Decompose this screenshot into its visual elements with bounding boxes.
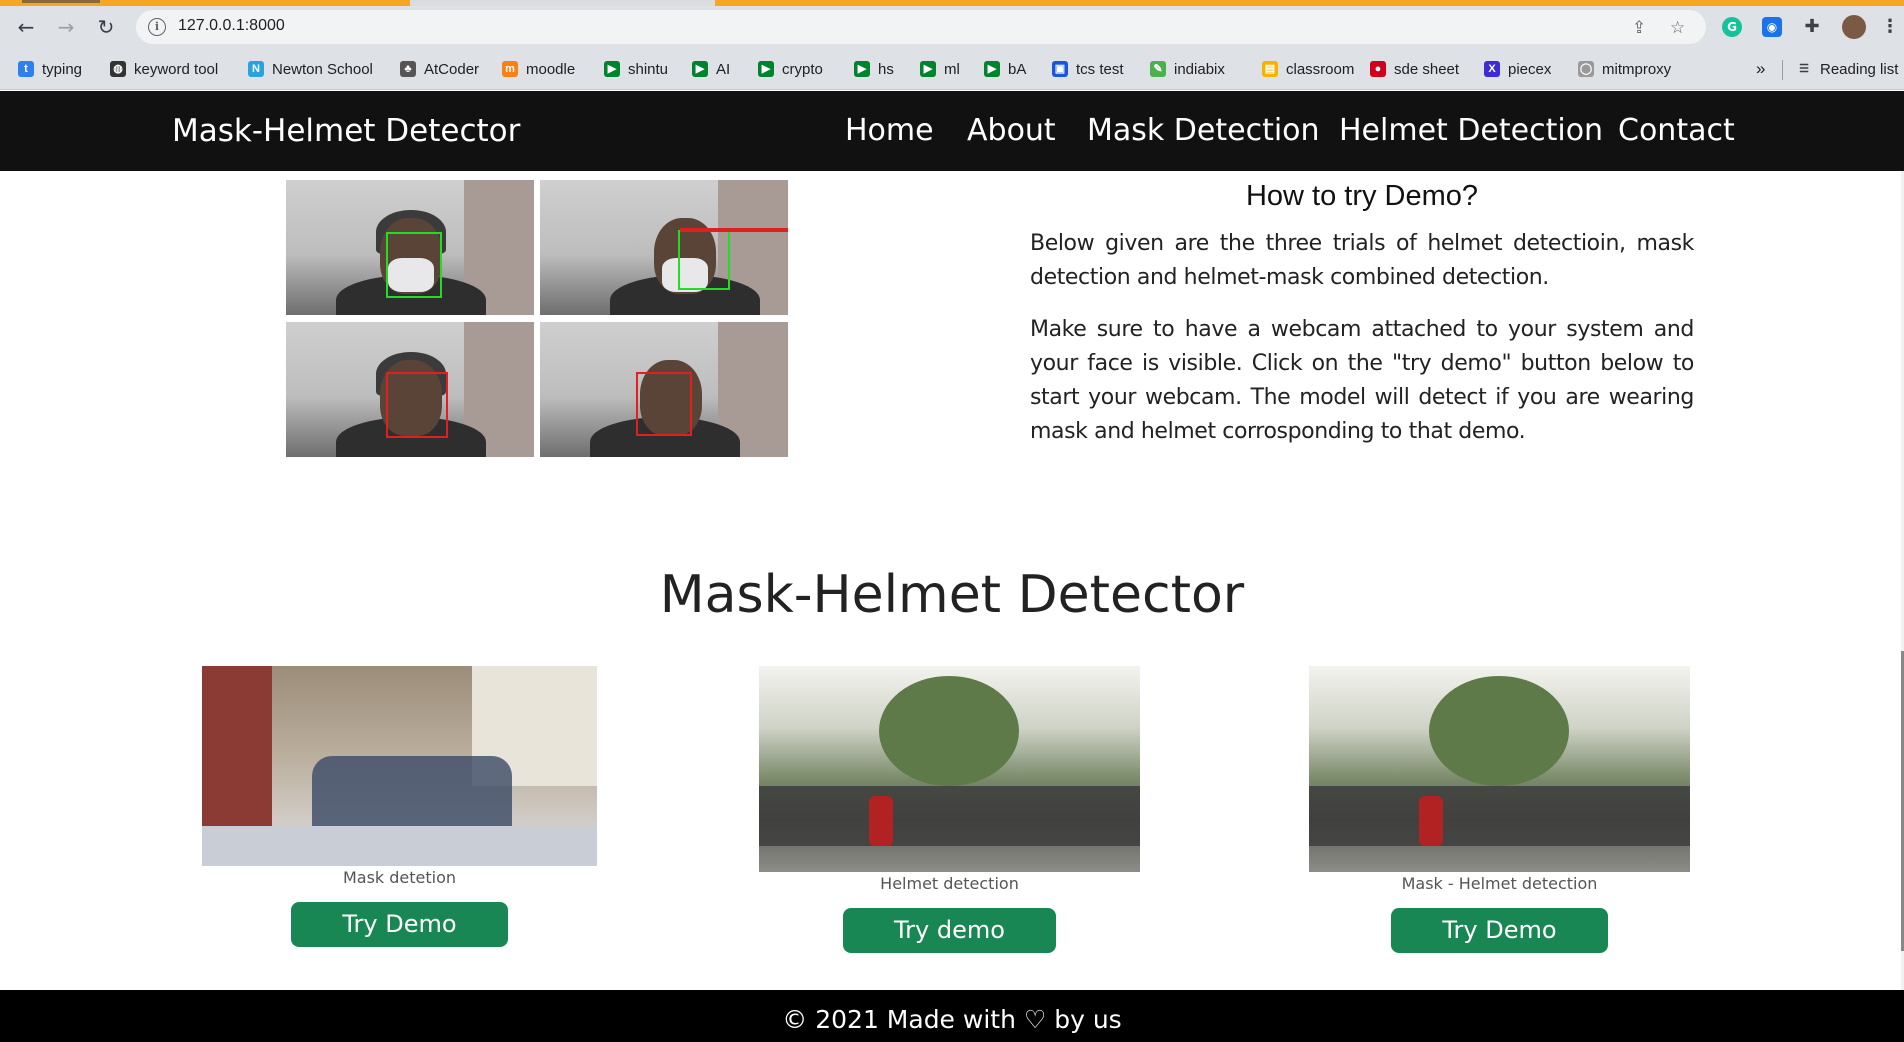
tuf-icon: ● (1370, 61, 1386, 77)
collage-helmet-mask (286, 180, 534, 315)
bookmark-label: bA (1008, 60, 1027, 78)
meet-icon: ▶ (604, 61, 620, 77)
profile-avatar[interactable] (1842, 15, 1866, 39)
meet-icon: ▶ (692, 61, 708, 77)
bookmark-atcoder[interactable]: ♣ AtCoder (400, 58, 479, 80)
site-info-icon[interactable]: i (148, 18, 166, 36)
bookmark-crypto[interactable]: ▶ crypto (758, 58, 823, 80)
reading-list-button[interactable]: ☰ Reading list (1796, 58, 1898, 80)
newton-icon: N (248, 61, 264, 77)
bookmark-label: hs (878, 60, 894, 78)
nav-about[interactable]: About (967, 113, 1056, 148)
try-demo-mask-helmet-button[interactable]: Try Demo (1391, 908, 1608, 953)
mask-demo-image (202, 666, 597, 866)
bookmark-ml[interactable]: ▶ ml (920, 58, 960, 80)
try-demo-helmet-button[interactable]: Try demo (843, 908, 1056, 953)
indiabix-icon: ✎ (1150, 61, 1166, 77)
classroom-icon: ▤ (1262, 61, 1278, 77)
bookmark-mitmproxy[interactable]: ◯ mitmproxy (1578, 58, 1671, 80)
tab-indicator (22, 0, 100, 3)
bookmark-typing[interactable]: t typing (18, 58, 82, 80)
nav-helmet-detection[interactable]: Helmet Detection (1339, 113, 1603, 148)
bookmarks-bar: t typing ◍ keyword tool N Newton School ♣ AtCod… (0, 48, 1904, 90)
bookmark-label: mitmproxy (1602, 60, 1672, 78)
reading-list-label: Reading list (1820, 60, 1899, 78)
mask-helmet-demo-image (1309, 666, 1690, 872)
bookmark-shintu[interactable]: ▶ shintu (604, 58, 668, 80)
card-caption-mask-helmet: Mask - Helmet detection (1401, 874, 1598, 893)
grammarly-icon[interactable]: G (1722, 17, 1742, 37)
nav-mask-detection[interactable]: Mask Detection (1087, 113, 1320, 148)
demo-collage-image (286, 180, 788, 457)
bookmark-star-icon[interactable]: ☆ (1670, 18, 1685, 38)
bookmark-ai[interactable]: ▶ AI (692, 58, 730, 80)
bookmark-label: typing (42, 60, 83, 78)
share-icon[interactable]: ⇪ (1632, 18, 1646, 38)
back-icon[interactable]: ← (14, 15, 38, 39)
x-icon: X (1484, 61, 1500, 77)
nav-contact[interactable]: Contact (1618, 113, 1735, 148)
bookmark-label: indiabix (1174, 60, 1225, 78)
collage-helmet-only (286, 322, 534, 457)
card-caption-mask: Mask detetion (342, 868, 457, 887)
reading-list-icon: ☰ (1799, 63, 1809, 75)
collage-mask-only (540, 180, 788, 315)
bookmark-label: ml (944, 60, 960, 78)
howto-paragraph-2: Make sure to have a webcam attached to y… (1030, 317, 1694, 444)
bookmark-label: sde sheet (1394, 60, 1460, 78)
bookmarks-overflow-icon[interactable]: » (1756, 58, 1765, 80)
screen-capture-icon[interactable]: ◉ (1762, 17, 1782, 37)
meet-icon: ▶ (920, 61, 936, 77)
atcoder-icon: ♣ (400, 61, 416, 77)
bookmark-moodle[interactable]: m moodle (502, 58, 575, 80)
extensions-icon[interactable]: ✚ (1802, 17, 1822, 37)
bookmark-label: AI (716, 60, 731, 78)
github-icon: ◯ (1578, 61, 1594, 77)
nav-home[interactable]: Home (845, 113, 934, 148)
brand-logo[interactable]: Mask-Helmet Detector (172, 113, 520, 149)
address-bar[interactable]: i 127.0.0.1:8000 ⇪ ☆ (136, 10, 1706, 44)
site-navbar: Mask-Helmet Detector Home About Mask Det… (0, 91, 1904, 171)
site-footer: © 2021 Made with ♡ by us (0, 990, 1904, 1042)
meet-icon: ▶ (984, 61, 1000, 77)
bookmark-hs[interactable]: ▶ hs (854, 58, 894, 80)
howto-paragraph-1: Below given are the three trials of helm… (1030, 231, 1694, 290)
bookmark-label: crypto (782, 60, 823, 78)
t-icon: t (18, 61, 34, 77)
collage-no-mask-no-helmet (540, 322, 788, 457)
bookmark-piecex[interactable]: Xpiecex (1484, 58, 1551, 80)
bookmark-label: shintu (628, 60, 669, 78)
bookmark-sde-sheet[interactable]: ● sde sheet (1370, 58, 1459, 80)
helmet-demo-image (759, 666, 1140, 872)
bookmark-tcs-test[interactable]: ▣ tcs test (1052, 58, 1124, 80)
bookmark-label: keyword tool (134, 60, 219, 78)
reload-icon[interactable]: ↻ (94, 15, 118, 39)
try-demo-mask-button[interactable]: Try Demo (291, 902, 508, 947)
meet-icon: ▶ (758, 61, 774, 77)
menu-icon[interactable]: ⋮ (1880, 17, 1900, 37)
bookmark-classroom[interactable]: ▤ classroom (1262, 58, 1354, 80)
bookmark-label: AtCoder (424, 60, 480, 78)
globe-icon: ◍ (110, 61, 126, 77)
bookmark-label: Newton School (272, 60, 373, 78)
tcs-icon: ▣ (1052, 61, 1068, 77)
forward-icon[interactable]: → (54, 15, 78, 39)
bookmark-keyword-tool[interactable]: ◍ keyword tool (110, 58, 218, 80)
browser-toolbar: ← → ↻ i 127.0.0.1:8000 ⇪ ☆ G ◉ ✚ ⋮ (0, 6, 1904, 48)
bookmark-label: moodle (526, 60, 576, 78)
bookmark-label: classroom (1286, 60, 1355, 78)
bookmark-label: tcs test (1076, 60, 1124, 78)
bookmark-indiabix[interactable]: ✎ indiabix (1150, 58, 1225, 80)
section-title: Mask-Helmet Detector (659, 565, 1245, 625)
meet-icon: ▶ (854, 61, 870, 77)
moodle-icon: m (502, 61, 518, 77)
bookmarks-divider (1782, 60, 1783, 80)
card-caption-helmet: Helmet detection (880, 874, 1019, 893)
bookmark-newton-school[interactable]: N Newton School (248, 58, 373, 80)
howto-title: How to try Demo? (1245, 180, 1479, 212)
bookmark-label: piecex (1508, 60, 1552, 78)
url-text[interactable]: 127.0.0.1:8000 (178, 17, 285, 35)
bookmark-ba[interactable]: ▶ bA (984, 58, 1026, 80)
